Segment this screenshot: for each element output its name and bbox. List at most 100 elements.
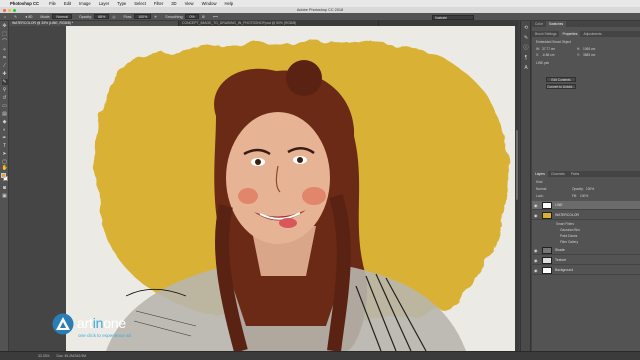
filter-gaussian-blur[interactable]: Gaussian Blur xyxy=(560,228,580,232)
tab-layers[interactable]: Layers xyxy=(532,171,548,177)
visibility-eye-icon[interactable]: ◉ xyxy=(534,266,538,275)
mode-label: Mode: xyxy=(40,14,51,19)
layer-watercolor[interactable]: ◉ WATERCOLOR xyxy=(532,211,640,220)
menu-layer[interactable]: Layer xyxy=(99,1,109,6)
zoom-level[interactable]: 33.33% xyxy=(38,354,50,358)
menu-view[interactable]: View xyxy=(185,1,194,6)
pen-tool-icon[interactable]: ✒ xyxy=(2,135,8,141)
menu-3d[interactable]: 3D xyxy=(171,1,176,6)
app-menu[interactable]: Photoshop CC xyxy=(10,1,39,6)
layer-texture[interactable]: ◉ Texture xyxy=(532,256,640,265)
paragraph-panel-icon[interactable]: ¶ xyxy=(523,55,529,61)
filter-gallery[interactable]: Filter Gallery xyxy=(560,240,578,244)
quick-select-tool-icon[interactable]: ✧ xyxy=(2,47,8,53)
document-canvas[interactable] xyxy=(66,26,519,351)
layer-thumbnail xyxy=(542,202,552,209)
hand-tool-icon[interactable]: ✋ xyxy=(2,165,8,171)
history-brush-icon[interactable]: ↺ xyxy=(2,95,8,101)
layer-line[interactable]: ◉ LINE xyxy=(532,201,640,210)
menu-filter[interactable]: Filter xyxy=(154,1,163,6)
gradient-tool-icon[interactable]: ▤ xyxy=(2,111,8,117)
menu-image[interactable]: Image xyxy=(79,1,91,6)
eyedropper-tool-icon[interactable]: ⁄ xyxy=(2,63,8,69)
lasso-tool-icon[interactable]: ⌒ xyxy=(2,39,8,45)
pressure-opacity-icon[interactable]: ◎ xyxy=(112,15,115,19)
menu-file[interactable]: File xyxy=(49,1,56,6)
layer-background[interactable]: ◉ Background xyxy=(532,266,640,275)
mode-select[interactable]: Normal xyxy=(52,14,72,19)
w-label: W: xyxy=(536,47,540,51)
screen-mode-icon[interactable]: ▣ xyxy=(2,193,8,199)
dodge-tool-icon[interactable]: ◐ xyxy=(2,127,8,133)
workspace-switcher[interactable]: Ilustrate xyxy=(432,14,474,20)
brush-tool-icon[interactable]: ✎ xyxy=(14,15,17,19)
zoom-window-button[interactable] xyxy=(13,8,16,12)
layer-shade[interactable]: ◉ Shade xyxy=(532,246,640,255)
layer-name: Background xyxy=(555,268,574,272)
airbrush-icon[interactable]: ✈ xyxy=(154,15,157,19)
tab-brush-settings[interactable]: Brush Settings xyxy=(532,31,559,37)
tab-paths[interactable]: Paths xyxy=(568,171,582,177)
logo-one: one xyxy=(103,315,127,331)
w-field[interactable]: 37.77 cm xyxy=(542,47,555,51)
x-field[interactable]: -6.86 cm xyxy=(542,53,554,57)
menu-window[interactable]: Window xyxy=(202,1,217,6)
crop-tool-icon[interactable]: ⌗ xyxy=(2,55,8,61)
visibility-eye-icon[interactable]: ◉ xyxy=(534,211,538,220)
filter-paint-daubs[interactable]: Paint Daubs xyxy=(560,234,577,238)
smart-filters-row[interactable]: Smart Filters xyxy=(556,222,574,226)
menu-help[interactable]: Help xyxy=(225,1,234,6)
tab-properties[interactable]: Properties xyxy=(559,31,581,37)
foreground-color-swatch[interactable] xyxy=(1,173,6,178)
options-bar: ⌂ ✎ ● 80 Mode: Normal Opacity: 88% ◎ Flo… xyxy=(0,13,640,21)
visibility-eye-icon[interactable]: ◉ xyxy=(534,201,538,210)
edit-contents-button[interactable]: Edit Contents xyxy=(546,77,576,82)
layer-thumbnail xyxy=(542,247,552,254)
blur-tool-icon[interactable]: ◆ xyxy=(2,119,8,125)
path-select-icon[interactable]: ➤ xyxy=(2,151,8,157)
menu-bar: Photoshop CC File Edit Image Layer Type … xyxy=(0,0,640,7)
h-field[interactable]: 1068 cm xyxy=(583,47,595,51)
tab-channels[interactable]: Channels xyxy=(548,171,568,177)
convert-linked-button[interactable]: Convert to Linked... xyxy=(546,84,576,89)
move-tool-icon[interactable]: ✥ xyxy=(2,23,8,29)
close-window-button[interactable] xyxy=(3,8,6,12)
y-field[interactable]: 3685 cm xyxy=(583,53,595,57)
menu-select[interactable]: Select xyxy=(134,1,146,6)
visibility-eye-icon[interactable]: ◉ xyxy=(534,246,538,255)
clone-stamp-icon[interactable]: ⚲ xyxy=(2,87,8,93)
tab-adjustments[interactable]: Adjustments xyxy=(580,31,604,37)
flow-field[interactable]: 100% xyxy=(134,14,152,19)
history-panel-icon[interactable]: ⟲ xyxy=(523,25,529,31)
opacity-field[interactable]: 88% xyxy=(94,14,110,19)
smoothing-settings-icon[interactable]: ⚙ xyxy=(202,15,205,19)
quick-mask-icon[interactable]: ◙ xyxy=(2,185,8,191)
eraser-tool-icon[interactable]: ▭ xyxy=(2,103,8,109)
scrollbar-thumb[interactable] xyxy=(516,130,518,200)
menu-edit[interactable]: Edit xyxy=(64,1,71,6)
healing-brush-icon[interactable]: ✚ xyxy=(2,71,8,77)
layer-name: LINE xyxy=(555,203,563,207)
logo-in: in xyxy=(92,315,104,331)
marquee-tool-icon[interactable]: ⬚ xyxy=(2,31,8,37)
fill-field[interactable]: 100% xyxy=(580,194,588,198)
home-icon[interactable]: ⌂ xyxy=(4,15,6,19)
layer-thumbnail xyxy=(542,212,552,219)
minimize-window-button[interactable] xyxy=(8,8,11,12)
tab-color[interactable]: Color xyxy=(532,21,546,27)
info-panel-icon[interactable]: ⓘ xyxy=(523,45,529,51)
brush-tool-active-icon[interactable]: ✎ xyxy=(1,79,8,85)
symmetry-icon[interactable]: ⟷ xyxy=(213,15,218,19)
convert-linked-label: Convert to Linked... xyxy=(547,85,575,89)
character-panel-icon[interactable]: A xyxy=(523,65,529,71)
tab-swatches[interactable]: Swatches xyxy=(545,21,567,27)
menu-type[interactable]: Type xyxy=(117,1,126,6)
blend-mode-select[interactable]: Normal xyxy=(536,187,546,191)
layer-opacity-field[interactable]: 100% xyxy=(586,187,594,191)
brush-size-picker[interactable]: ● 80 xyxy=(25,15,32,19)
smoothing-field[interactable]: 0% xyxy=(185,14,199,19)
visibility-eye-icon[interactable]: ◉ xyxy=(534,256,538,265)
type-tool-icon[interactable]: T xyxy=(2,143,8,149)
brush-panel-icon[interactable]: ✎ xyxy=(523,35,529,41)
layer-filter-kind[interactable]: Kind xyxy=(536,180,542,184)
